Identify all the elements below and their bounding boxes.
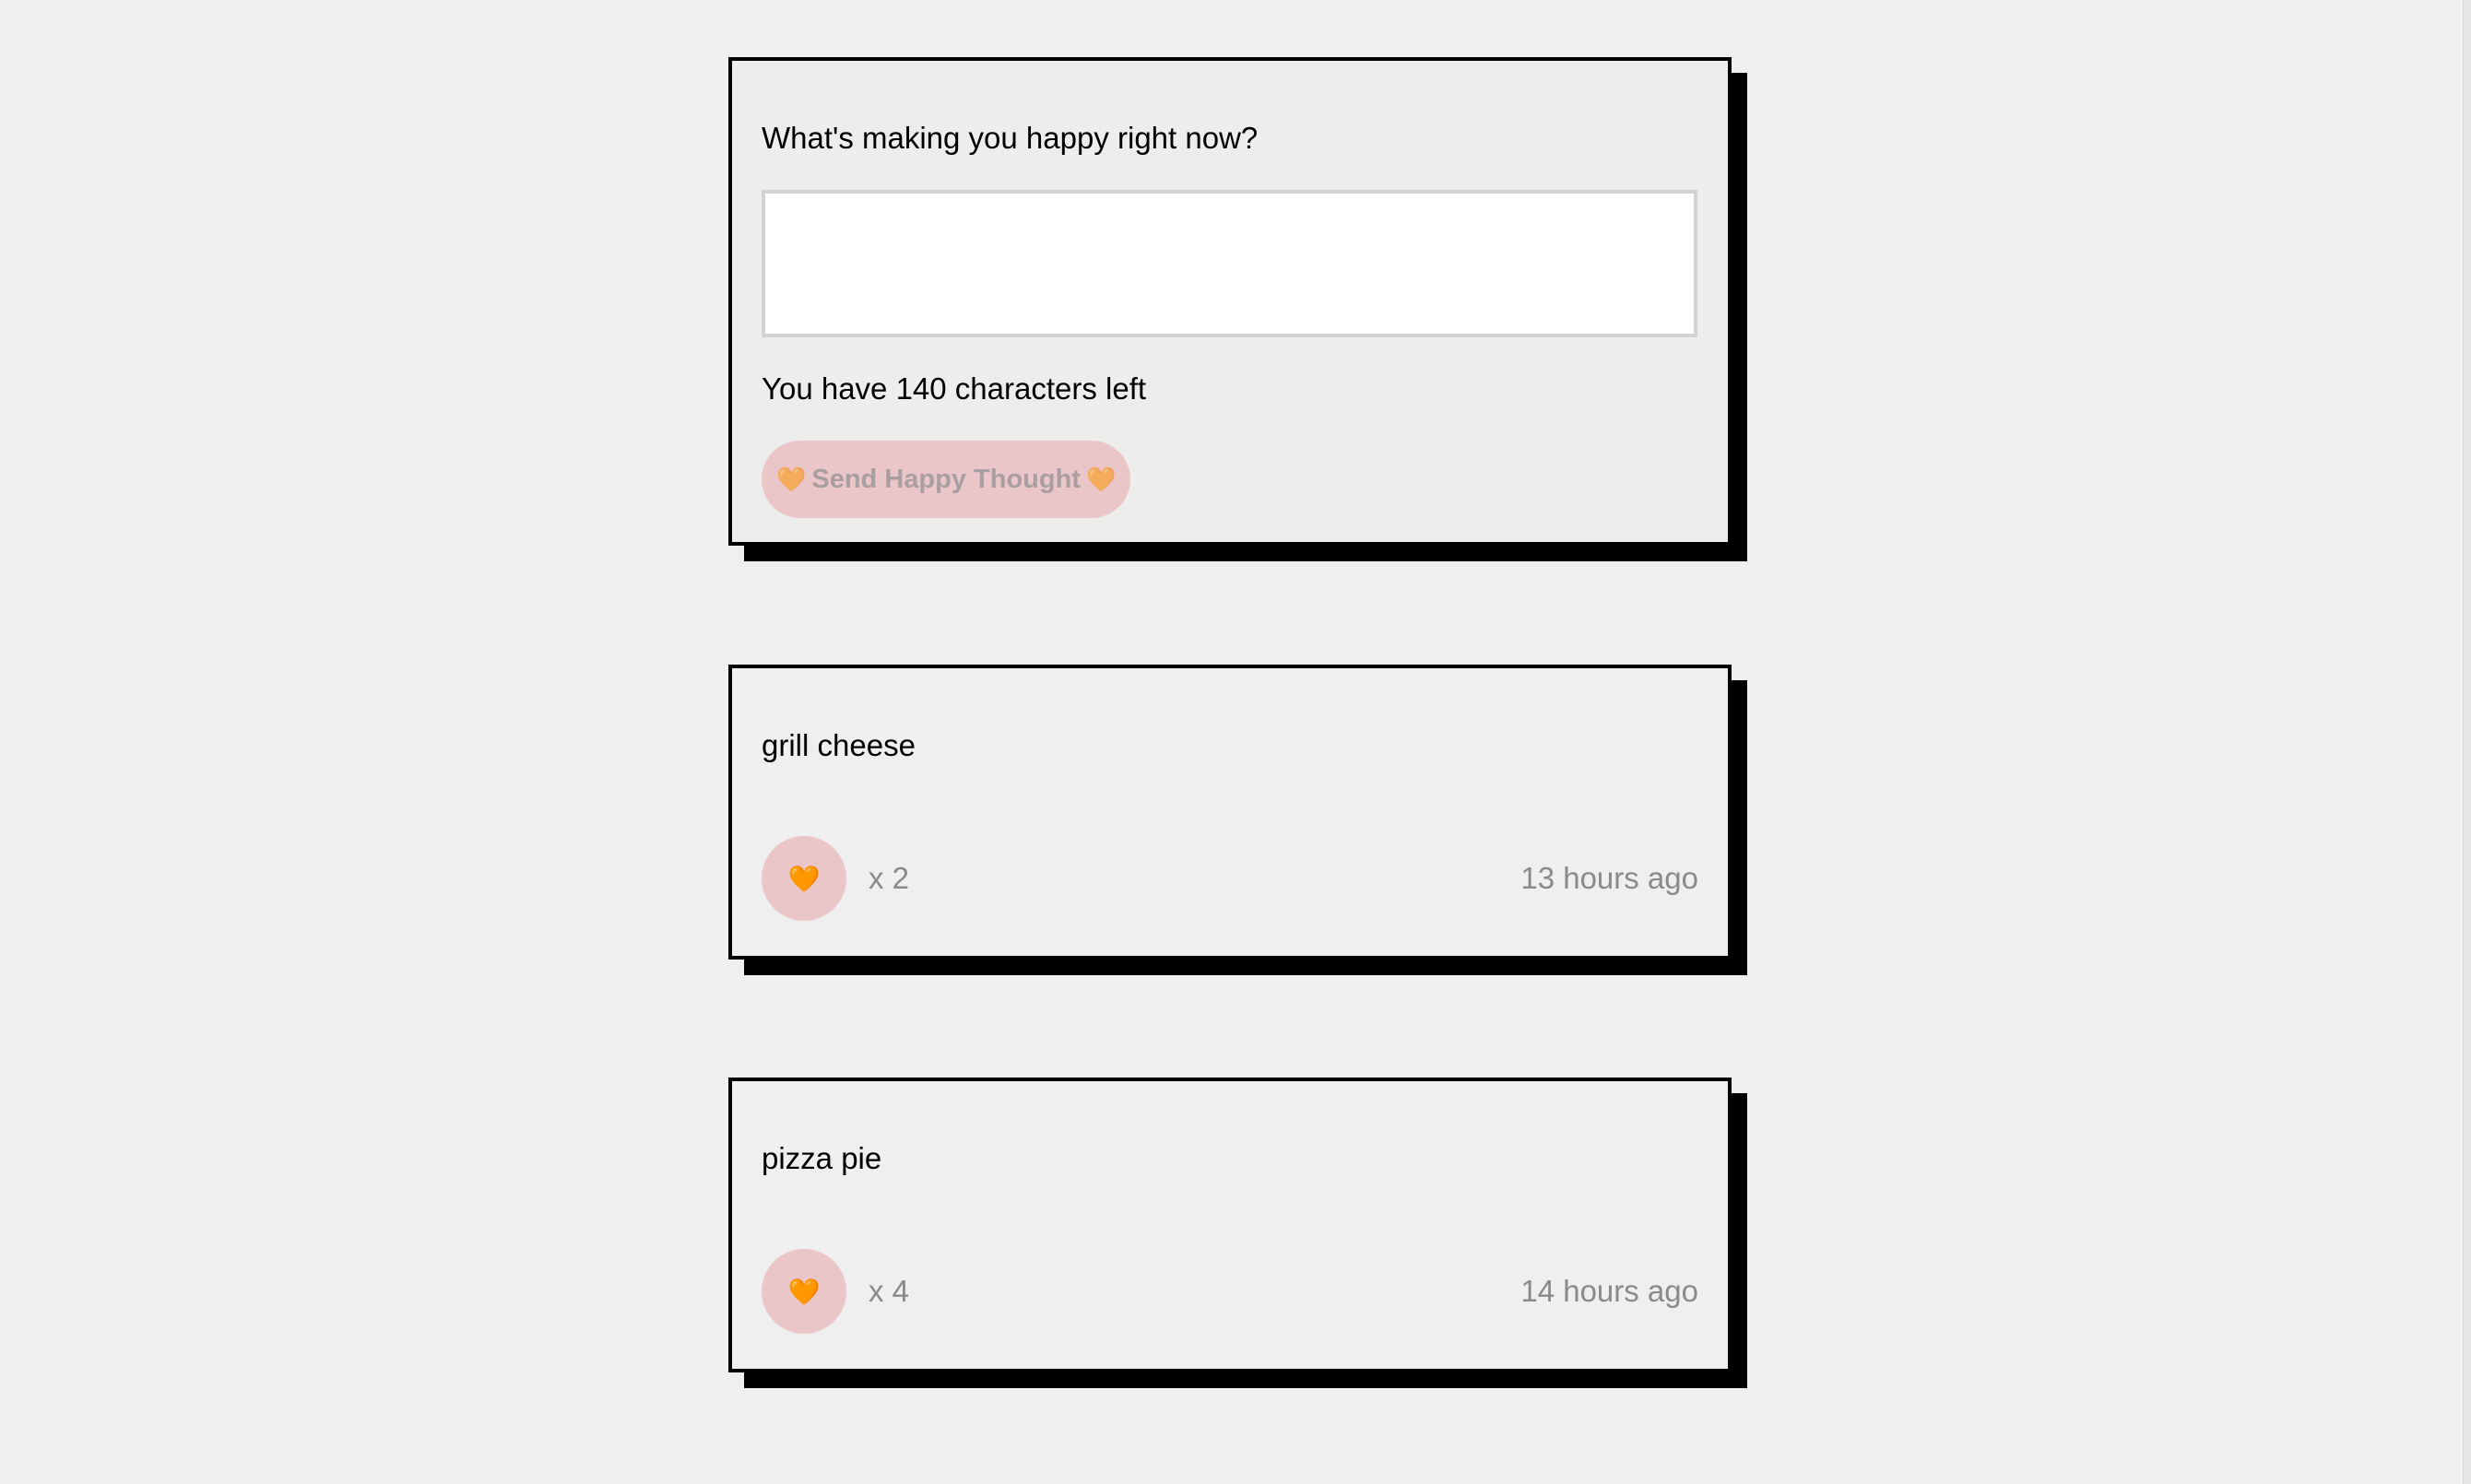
heart-icon: 🧡 [1085, 465, 1117, 493]
thought-message: grill cheese [762, 728, 916, 762]
send-button-label: Send Happy Thought [811, 464, 1081, 494]
like-button[interactable]: 🧡 [762, 836, 846, 921]
thought-prompt-label: What's making you happy right now? [762, 121, 1259, 155]
thought-timestamp: 14 hours ago [1520, 1274, 1698, 1308]
heart-icon: 🧡 [787, 864, 821, 893]
heart-icon: 🧡 [787, 1277, 821, 1306]
like-button[interactable]: 🧡 [762, 1249, 846, 1334]
send-happy-thought-button[interactable]: 🧡 Send Happy Thought 🧡 [762, 441, 1131, 518]
page: What's making you happy right now? You h… [0, 0, 2471, 1484]
page-scrollbar[interactable] [2463, 0, 2471, 1484]
like-count: x 2 [869, 861, 910, 895]
thought-timestamp: 13 hours ago [1520, 861, 1698, 895]
thought-input[interactable] [762, 190, 1697, 337]
characters-left-text: You have 140 characters left [762, 371, 1147, 406]
thought-card: grill cheese 🧡 x 2 13 hours ago [728, 665, 1732, 960]
happy-thought-form: What's making you happy right now? You h… [728, 57, 1732, 546]
like-count: x 4 [869, 1274, 910, 1308]
heart-icon: 🧡 [776, 465, 807, 493]
thought-message: pizza pie [762, 1141, 882, 1175]
thought-card: pizza pie 🧡 x 4 14 hours ago [728, 1078, 1732, 1372]
